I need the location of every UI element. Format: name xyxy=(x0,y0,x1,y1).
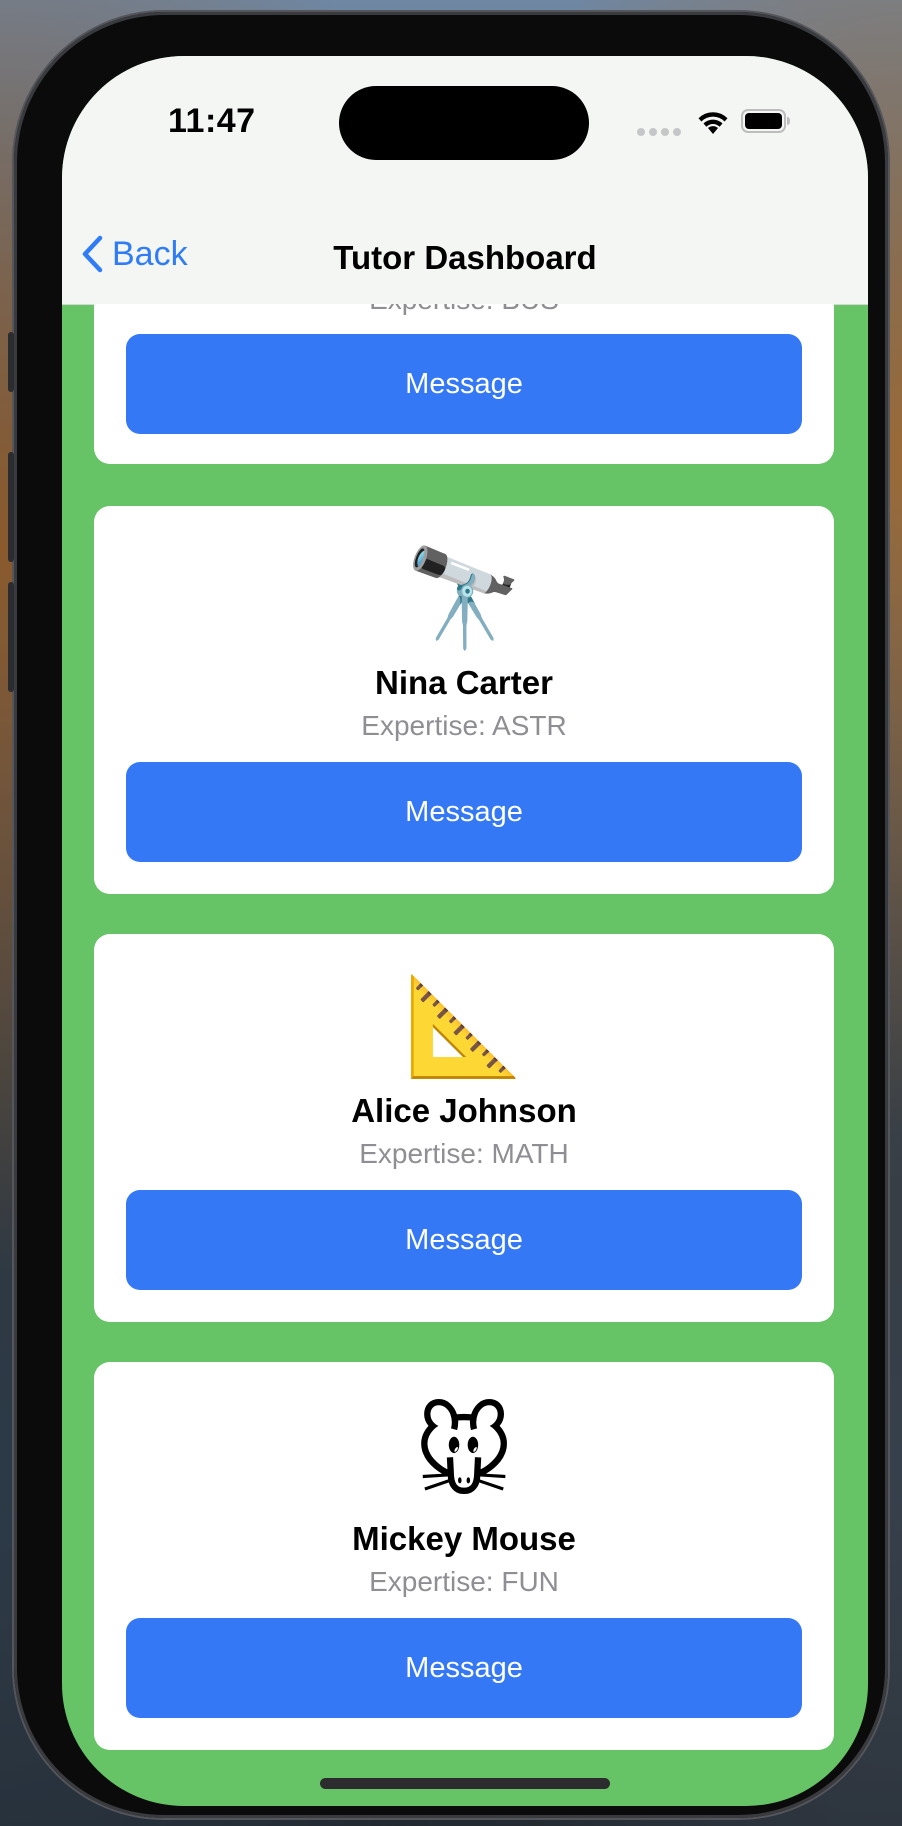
message-button[interactable]: Message xyxy=(126,762,802,862)
phone-screen: 11:47 Back Tutor Dashboard Message 🔭 Nin… xyxy=(62,56,868,1806)
tutor-expertise: Expertise: BUS xyxy=(94,304,834,316)
tutor-card: 🐭 Mickey Mouse Expertise: FUN Message xyxy=(94,1362,834,1750)
tutor-name: Alice Johnson xyxy=(351,1092,577,1129)
message-button[interactable]: Message xyxy=(126,334,802,434)
tutor-list[interactable]: Expertise: BUS Message 🔭 Nina Carter Exp… xyxy=(62,304,868,1806)
status-time: 11:47 xyxy=(168,102,256,140)
tutor-name: Nina Carter xyxy=(375,664,553,701)
volume-up-button xyxy=(8,452,14,562)
tutor-expertise: Expertise: ASTR xyxy=(361,710,567,741)
battery-icon xyxy=(741,109,790,133)
tutor-expertise: Expertise: FUN xyxy=(369,1566,559,1597)
action-button xyxy=(8,332,14,392)
home-indicator[interactable] xyxy=(320,1778,610,1789)
telescope-icon: 🔭 xyxy=(404,545,524,652)
dynamic-island xyxy=(339,86,589,160)
tutor-name: Mickey Mouse xyxy=(352,1520,576,1557)
wifi-icon xyxy=(698,112,728,134)
phone-frame: 11:47 Back Tutor Dashboard Message 🔭 Nin… xyxy=(8,12,888,1818)
triangular-ruler-icon: 📐 xyxy=(404,973,524,1080)
volume-down-button xyxy=(8,582,14,692)
page-title: Tutor Dashboard xyxy=(333,239,597,276)
navigation-bar: Back Tutor Dashboard xyxy=(62,206,868,305)
mouse-face-icon: 🐭 xyxy=(413,1401,515,1508)
tutor-card: 📐 Alice Johnson Expertise: MATH Message xyxy=(94,934,834,1322)
tutor-expertise: Expertise: MATH xyxy=(359,1138,569,1169)
message-button[interactable]: Message xyxy=(126,1618,802,1718)
cellular-signal-icon xyxy=(637,128,681,136)
tutor-card: Expertise: BUS Message xyxy=(94,304,834,464)
tutor-card: 🔭 Nina Carter Expertise: ASTR Message xyxy=(94,506,834,894)
message-button[interactable]: Message xyxy=(126,1190,802,1290)
status-bar: 11:47 xyxy=(62,56,868,206)
